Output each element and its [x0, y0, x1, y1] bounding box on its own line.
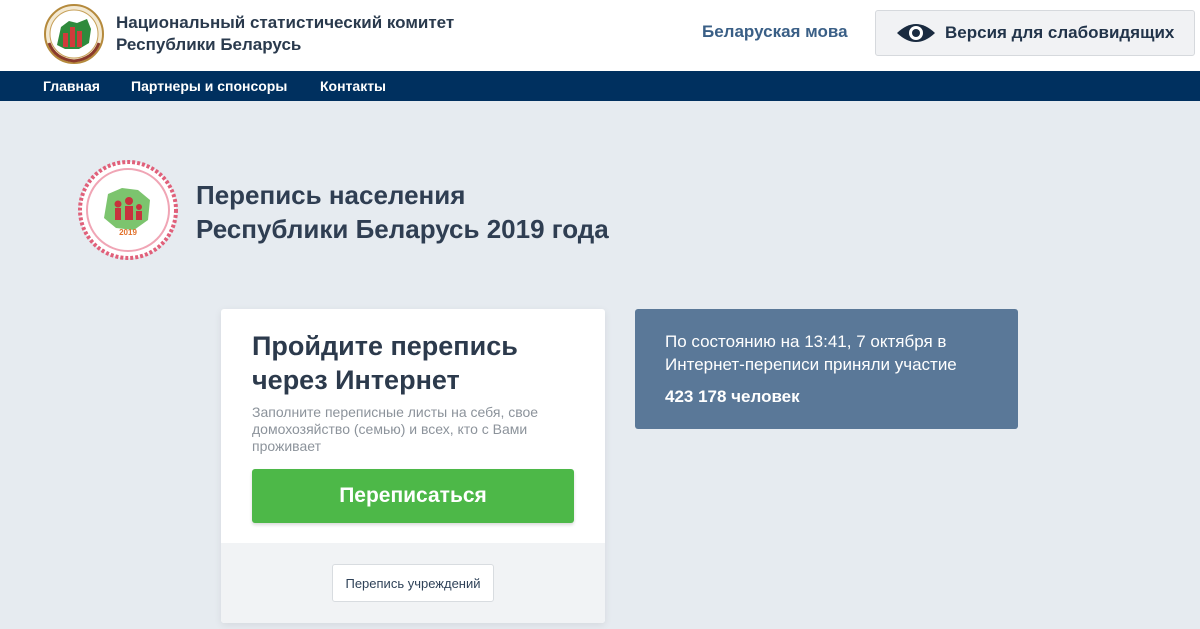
census-title-line1: Перепись населения: [196, 180, 466, 210]
card-description: Заполните переписные листы на себя, свое…: [252, 404, 539, 454]
stats-text: По состоянию на 13:41, 7 октября в Интер…: [665, 332, 957, 374]
low-vision-button[interactable]: Версия для слабовидящих: [875, 10, 1195, 56]
low-vision-button-label: Версия для слабовидящих: [945, 23, 1175, 42]
participation-stats-panel: По состоянию на 13:41, 7 октября в Интер…: [635, 309, 1018, 429]
card-footer: Перепись учреждений: [221, 543, 605, 623]
eye-icon: [897, 24, 935, 42]
nav-item-partners[interactable]: Партнеры и спонсоры: [131, 78, 287, 94]
card-title: Пройдите перепись через Интернет: [252, 329, 582, 397]
census-title-line2: Республики Беларусь 2019 года: [196, 214, 609, 244]
card-title-line2: через Интернет: [252, 365, 460, 395]
card-title-line1: Пройдите перепись: [252, 331, 518, 361]
stats-count: 423 178 человек: [665, 387, 800, 406]
site-header: Национальный статистический комитет Респ…: [0, 0, 1200, 71]
register-button[interactable]: Переписаться: [252, 469, 574, 523]
language-link[interactable]: Беларуская мова: [702, 22, 848, 42]
census-logo-icon: 2019: [78, 160, 178, 260]
org-title-line1: Национальный статистический комитет: [116, 13, 455, 32]
census-logo-year: 2019: [119, 228, 137, 237]
org-title-line2: Республики Беларусь: [116, 35, 302, 54]
nav-item-home[interactable]: Главная: [43, 78, 100, 94]
online-census-card: Пройдите перепись через Интернет Заполни…: [221, 309, 605, 623]
org-title[interactable]: Национальный статистический комитет Респ…: [116, 12, 454, 56]
census-title: Перепись населения Республики Беларусь 2…: [196, 178, 609, 246]
state-emblem-icon[interactable]: [43, 3, 105, 65]
main-nav: Главная Партнеры и спонсоры Контакты: [0, 71, 1200, 101]
nav-item-contacts[interactable]: Контакты: [320, 78, 386, 94]
institutions-census-button[interactable]: Перепись учреждений: [332, 564, 494, 602]
